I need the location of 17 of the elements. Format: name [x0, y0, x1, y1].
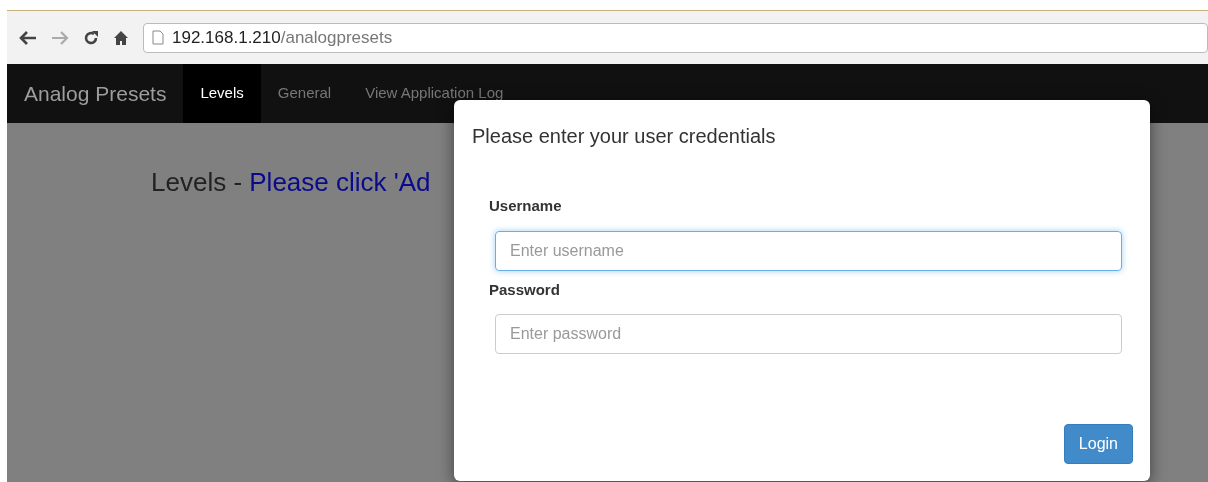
back-icon[interactable]	[19, 30, 37, 45]
input-field[interactable]: Enter username	[495, 230, 1122, 271]
login-button[interactable]: Login	[1063, 424, 1133, 464]
field-label: Password	[489, 279, 560, 300]
page-heading: Levels - Please click 'Ad	[151, 166, 432, 199]
address-bar[interactable]: 192.168.1.210/analogpresets	[143, 22, 1208, 53]
page-icon	[152, 30, 164, 45]
nav-tab[interactable]: Levels	[183, 64, 261, 123]
url-text: 192.168.1.210/analogpresets	[172, 26, 393, 49]
input-field[interactable]: Enter password	[495, 314, 1122, 354]
reload-icon[interactable]	[83, 29, 99, 46]
home-icon[interactable]	[113, 29, 129, 46]
brand-title[interactable]: Analog Presets	[7, 64, 184, 123]
nav-tab[interactable]: General	[260, 64, 349, 123]
dialog-title: Please enter your user credentials	[471, 124, 776, 149]
field-label: Username	[489, 196, 562, 216]
nav-tab[interactable]: View Application Log	[348, 64, 521, 123]
